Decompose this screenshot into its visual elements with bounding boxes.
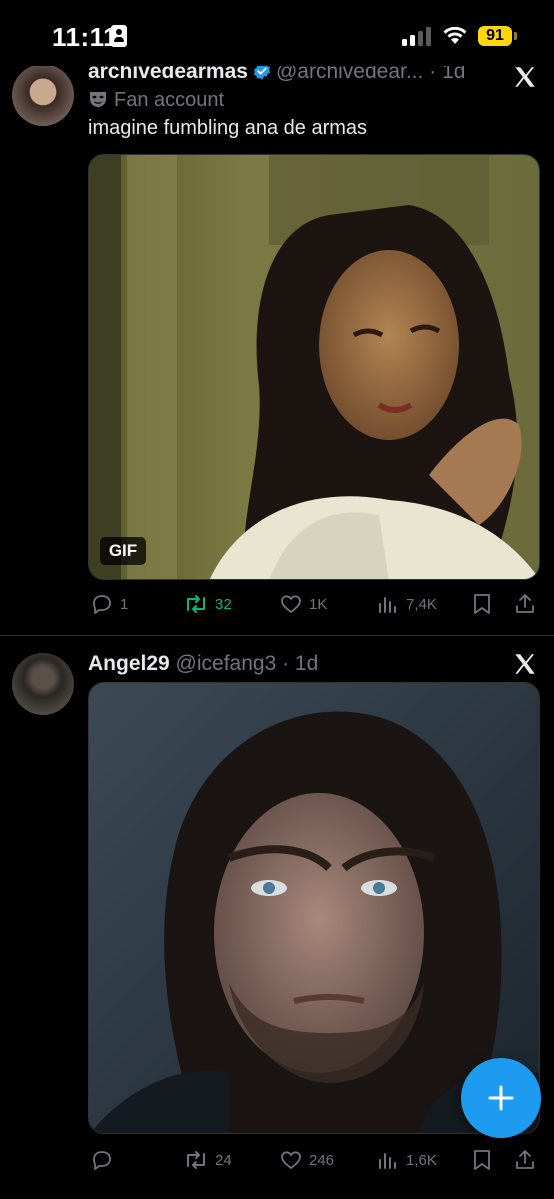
heart-icon [281, 595, 301, 613]
cellular-signal-icon [402, 26, 434, 46]
tweet[interactable]: archivedearmas @archivedear... · 1d Fan a… [0, 0, 554, 636]
heart-icon [281, 1151, 301, 1169]
tweet-actions: 24 246 1,6K [0, 1145, 554, 1175]
repost-button[interactable]: 24 [183, 1145, 232, 1175]
reply-count: 1 [120, 595, 129, 613]
repost-count: 24 [215, 1151, 232, 1169]
views-button[interactable]: 7,4K [376, 589, 437, 619]
like-count: 1K [309, 595, 328, 613]
repost-icon [187, 1151, 205, 1169]
like-button[interactable]: 1K [279, 589, 327, 619]
views-count: 1,6K [406, 1151, 437, 1169]
share-icon [516, 594, 534, 613]
battery-tip [514, 32, 517, 40]
repost-count: 32 [215, 595, 232, 613]
x-logo-icon[interactable] [512, 651, 538, 677]
handle[interactable]: @icefang3 [176, 652, 277, 675]
tweet-header: Angel29 @icefang3 · 1d [88, 652, 318, 676]
repost-button[interactable]: 32 [183, 589, 232, 619]
reply-icon [93, 1151, 111, 1170]
battery-icon: 91 [478, 26, 512, 46]
mask-icon [90, 92, 106, 107]
gif-badge: GIF [100, 537, 146, 565]
status-bar: 11:11 91 [0, 0, 554, 66]
avatar[interactable] [12, 64, 74, 126]
views-chart-icon [379, 597, 396, 613]
compose-button[interactable] [461, 1058, 541, 1138]
views-chart-icon [379, 1153, 396, 1169]
tweet-media-gif[interactable] [88, 154, 540, 580]
reply-icon [93, 595, 111, 614]
repost-icon [187, 595, 205, 613]
wifi-icon [443, 26, 467, 44]
like-count: 246 [309, 1151, 335, 1169]
share-icon [516, 1150, 534, 1169]
reply-button[interactable] [90, 1145, 120, 1175]
share-button[interactable] [513, 1145, 543, 1175]
fan-account-label: Fan account [88, 89, 224, 112]
views-button[interactable]: 1,6K [376, 1145, 437, 1175]
bookmark-button[interactable] [471, 589, 499, 619]
avatar[interactable] [12, 653, 74, 715]
timestamp[interactable]: · 1d [282, 652, 318, 675]
like-button[interactable]: 246 [279, 1145, 334, 1175]
photo-image [89, 683, 539, 1133]
share-button[interactable] [513, 589, 543, 619]
x-logo-icon[interactable] [512, 64, 538, 90]
display-name[interactable]: Angel29 [88, 652, 170, 675]
status-time: 11:11 [52, 22, 119, 52]
tweet-actions: 1 32 1K 7,4K [0, 589, 554, 619]
tweet-text[interactable]: imagine fumbling ana de armas [88, 117, 367, 140]
fan-account-text: Fan account [114, 89, 225, 111]
tweet-media-image[interactable] [88, 682, 540, 1134]
bookmark-icon [474, 594, 490, 614]
plus-icon [488, 1085, 514, 1111]
bookmark-button[interactable] [471, 1145, 499, 1175]
views-count: 7,4K [406, 595, 437, 613]
reply-button[interactable]: 1 [90, 589, 128, 619]
id-card-icon [111, 25, 127, 47]
bookmark-icon [474, 1150, 490, 1170]
gif-image [89, 155, 539, 579]
